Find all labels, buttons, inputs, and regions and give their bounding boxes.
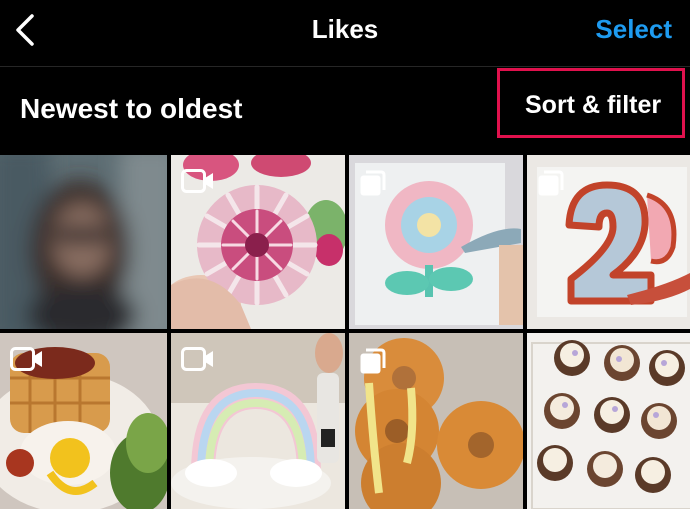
grid-tile-rainbow-cake[interactable] <box>171 333 345 509</box>
grid-tile-flower-cupcake[interactable] <box>171 155 345 329</box>
grid-tile-cheese-donuts[interactable] <box>349 333 523 509</box>
carousel-icon <box>360 170 386 196</box>
grid-tile-waffle-eggs[interactable] <box>0 333 167 509</box>
cupcake-box-image <box>527 333 690 509</box>
grid-tile-cupcake-box[interactable] <box>527 333 690 509</box>
grid-tile-flower-cookie[interactable] <box>349 155 523 329</box>
video-icon <box>181 169 213 193</box>
top-bar: Likes Select <box>0 0 690 64</box>
page-title: Likes <box>311 14 379 44</box>
sort-filter-button[interactable]: Sort & filter <box>525 91 661 120</box>
blurred-portrait-image <box>0 155 167 329</box>
video-icon <box>181 347 213 371</box>
grid-tile-number-two-cookie[interactable] <box>527 155 690 329</box>
video-icon <box>10 347 42 371</box>
sort-order-label: Newest to oldest <box>20 93 243 124</box>
likes-grid <box>0 155 690 509</box>
select-button[interactable]: Select <box>595 14 672 45</box>
grid-tile-blurred-portrait[interactable] <box>0 155 167 329</box>
carousel-icon <box>538 170 564 196</box>
carousel-icon <box>360 348 386 374</box>
